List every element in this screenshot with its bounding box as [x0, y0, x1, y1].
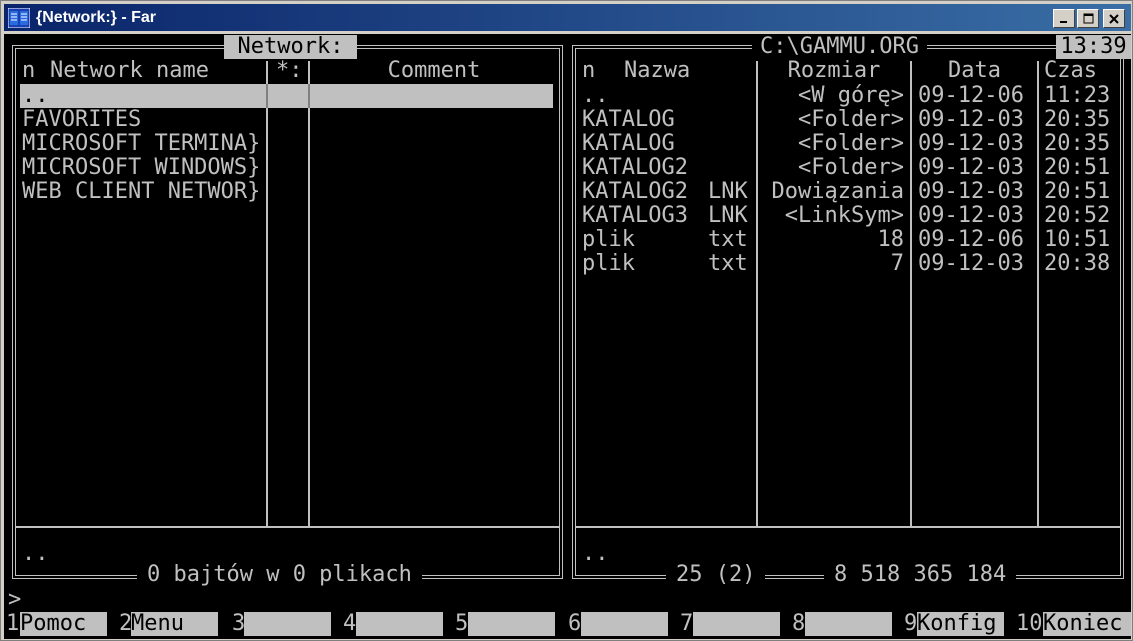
minimize-button[interactable] [1053, 9, 1075, 28]
far-manager-icon[interactable] [7, 7, 31, 29]
fkey-6-button[interactable] [581, 612, 668, 636]
list-item-ext: LNK [708, 179, 748, 204]
left-cursor-bar [20, 84, 553, 108]
list-item[interactable]: KATALOG2 [582, 180, 688, 204]
right-footer-count: 25 (2) [666, 563, 766, 587]
minimize-icon [1060, 20, 1067, 23]
list-item-time: 20:38 [1044, 251, 1111, 276]
left-header-n[interactable]: n [22, 59, 35, 83]
fkey-8-button[interactable] [805, 612, 892, 636]
fkey-2-button[interactable]: Menu [131, 612, 218, 636]
list-item[interactable]: plik [582, 252, 635, 276]
left-current-item: .. [22, 541, 49, 566]
fkey-4-button[interactable] [356, 612, 443, 636]
fkey-8-number: 8 [792, 611, 806, 636]
left-panel-footer: 0 bajtów w 0 plikach [137, 563, 422, 587]
right-col-divider [1037, 61, 1039, 527]
right-footer-bytes: 8 518 365 184 [824, 563, 1017, 587]
right-header-n[interactable]: n [582, 59, 595, 83]
list-item-ext: txt [708, 251, 748, 276]
far-window: {Network:} - Far Network: n Network name… [0, 0, 1133, 641]
list-item-time: 20:51 [1044, 155, 1111, 180]
fkey-3-button[interactable] [244, 612, 331, 636]
right-status-divider [576, 526, 1120, 528]
title-bar[interactable]: {Network:} - Far [4, 4, 1131, 31]
left-header-name[interactable]: Network name [50, 59, 209, 83]
left-panel-title: Network: [224, 35, 357, 59]
list-item-time: 20:35 [1044, 131, 1111, 156]
list-item[interactable]: WEB CLIENT NETWOR} [22, 180, 260, 204]
right-current-item: .. [582, 541, 609, 566]
list-item[interactable]: MICROSOFT WINDOWS} [22, 156, 260, 180]
right-panel-title: C:\GAMMU.ORG [752, 35, 927, 59]
list-item-ext: LNK [708, 203, 748, 228]
list-item-date: 09-12-03 [918, 107, 1024, 132]
list-item[interactable]: KATALOG [582, 132, 675, 156]
list-item-size: <LinkSym> [784, 203, 904, 228]
window-title: {Network:} - Far [36, 9, 157, 26]
list-item[interactable]: .. [22, 84, 49, 108]
fkey-7-number: 7 [680, 611, 694, 636]
list-item-date: 09-12-06 [918, 83, 1024, 108]
list-item-date: 09-12-03 [918, 203, 1024, 228]
clock: 13:39 [1056, 35, 1131, 59]
fkey-9-number: 9 [904, 611, 918, 636]
list-item[interactable]: plik [582, 228, 635, 252]
list-item-time: 10:51 [1044, 227, 1111, 252]
list-item-date: 09-12-03 [918, 155, 1024, 180]
left-col-divider [266, 61, 268, 527]
list-item[interactable]: KATALOG2 [582, 156, 688, 180]
right-col-divider [910, 61, 912, 527]
list-item[interactable]: FAVORITES [22, 108, 141, 132]
fkey-1-number: 1 [6, 611, 20, 636]
list-item-time: 11:23 [1044, 83, 1111, 108]
fkey-6-number: 6 [568, 611, 582, 636]
list-item[interactable]: KATALOG [582, 108, 675, 132]
fkey-5-button[interactable] [468, 612, 555, 636]
list-item-date: 09-12-03 [918, 251, 1024, 276]
list-item-size: 7 [890, 251, 904, 276]
list-item-date: 09-12-03 [918, 131, 1024, 156]
list-item-date: 09-12-06 [918, 227, 1024, 252]
left-cursor-divider [266, 84, 268, 108]
left-cursor-divider [308, 84, 310, 108]
list-item-size: Dowiązania [771, 179, 904, 204]
right-header-date[interactable]: Data [912, 59, 1037, 83]
list-item-size: 18 [877, 227, 905, 252]
list-item-date: 09-12-03 [918, 179, 1024, 204]
list-item-size: <Folder> [798, 155, 904, 180]
fkey-9-button[interactable]: Konfig [917, 612, 1004, 636]
list-item-time: 20:35 [1044, 107, 1111, 132]
maximize-icon [1083, 13, 1093, 24]
fkey-10-number: 10 [1016, 611, 1043, 636]
maximize-button[interactable] [1077, 9, 1099, 28]
fkey-4-number: 4 [343, 611, 357, 636]
list-item-size: <Folder> [798, 131, 904, 156]
list-item-size: <W górę> [798, 83, 904, 108]
fkey-1-button[interactable]: Pomoc [20, 612, 107, 636]
fkey-5-number: 5 [455, 611, 469, 636]
right-header-size[interactable]: Rozmiar [758, 59, 910, 83]
list-item[interactable]: MICROSOFT TERMINA} [22, 132, 260, 156]
left-header-attr[interactable]: *: [276, 59, 303, 83]
list-item-size: <Folder> [798, 107, 904, 132]
list-item[interactable]: KATALOG3 [582, 204, 688, 228]
left-col-divider [308, 61, 310, 527]
command-prompt[interactable]: > [8, 588, 21, 612]
list-item-time: 20:51 [1044, 179, 1111, 204]
right-header-time[interactable]: Czas [1044, 59, 1097, 83]
list-item-time: 20:52 [1044, 203, 1111, 228]
list-item-ext: txt [708, 227, 748, 252]
left-header-comment[interactable]: Comment [312, 59, 556, 83]
console-area: Network: n Network name *: Comment .. FA… [4, 34, 1131, 639]
fkey-7-button[interactable] [693, 612, 780, 636]
close-button[interactable] [1103, 9, 1125, 28]
close-icon [1109, 13, 1119, 24]
left-status-divider [16, 526, 559, 528]
list-item[interactable]: .. [582, 84, 609, 108]
right-header-name[interactable]: Nazwa [624, 59, 690, 83]
fkey-10-button[interactable]: Koniec [1043, 612, 1131, 636]
